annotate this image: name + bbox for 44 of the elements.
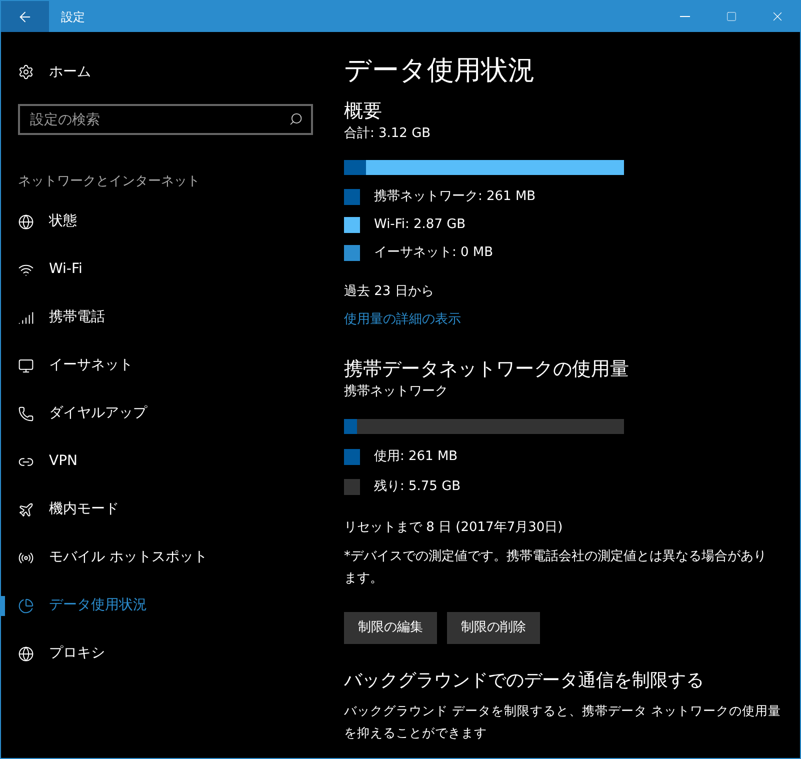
total-usage: 合計: 3.12 GB (344, 125, 431, 143)
globe-icon (18, 646, 34, 662)
nav-item[interactable]: 状態 (1, 198, 330, 246)
usage-details-link[interactable]: 使用量の詳細の表示 (344, 310, 461, 330)
nav-item[interactable]: Wi-Fi (1, 246, 330, 294)
section-heading: 携帯データネットワークの使用量 (344, 356, 629, 382)
page-title: データ使用状況 (344, 54, 535, 88)
nav-item[interactable]: 携帯電話 (1, 294, 330, 342)
legend-label: 残り: 5.75 GB (374, 478, 461, 496)
measurement-note: *デバイスでの測定値です。携帯電話会社の測定値とは異なる場合があります。 (344, 548, 768, 588)
period-text: 過去 23 日から (344, 282, 434, 300)
pie-chart-icon (18, 598, 34, 614)
legend-label: 使用: 261 MB (374, 448, 458, 466)
monitor-icon (18, 358, 34, 374)
home-nav-item[interactable]: ホーム (1, 52, 330, 92)
nav-item[interactable]: ダイヤルアップ (1, 390, 330, 438)
search-icon (289, 112, 303, 126)
nav-item[interactable]: プロキシ (1, 630, 330, 678)
section-header: ネットワークとインターネット (18, 173, 200, 191)
minimize-icon (680, 16, 690, 17)
reset-info: リセットまで 8 日 (2017年7月30日) (344, 519, 563, 537)
limit-button[interactable]: 制限の削除 (447, 612, 540, 644)
maximize-icon (726, 11, 736, 22)
nav-item[interactable]: VPN (1, 438, 330, 486)
nav-item[interactable]: 機内モード (1, 486, 330, 534)
nav-item[interactable]: モバイル ホットスポット (1, 534, 330, 582)
settings-icon (18, 64, 34, 80)
nav-item[interactable]: イーサネット (1, 342, 330, 390)
limit-button[interactable]: 制限の編集 (344, 612, 437, 644)
back-button[interactable] (1, 1, 49, 32)
nav-item[interactable]: データ使用状況 (1, 582, 330, 630)
legend-label: 携帯ネットワーク: 261 MB (374, 188, 536, 206)
section-heading: 概要 (344, 99, 382, 124)
airplane-icon (18, 502, 34, 518)
signal-bars-icon (18, 310, 34, 326)
globe-icon (18, 214, 34, 230)
legend-label: Wi-Fi: 2.87 GB (374, 216, 466, 234)
background-description: バックグラウンド データを制限すると、携帯データ ネットワークの使用量を抑えることができます (344, 702, 782, 742)
search-field[interactable]: 設定の検索 (18, 104, 313, 135)
window-title: 設定 (61, 8, 85, 26)
network-name: 携帯ネットワーク (344, 382, 448, 400)
phone-icon (18, 406, 34, 422)
section-heading: バックグラウンドでのデータ通信を制限する (344, 668, 704, 692)
legend-label: イーサネット: 0 MB (374, 244, 494, 262)
